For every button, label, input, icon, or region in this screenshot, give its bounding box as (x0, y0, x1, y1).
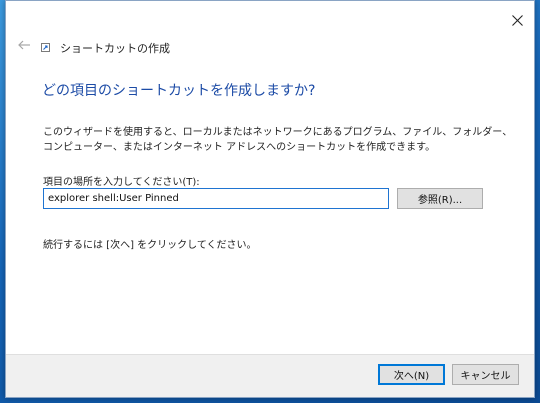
browse-button[interactable]: 参照(R)... (397, 188, 483, 209)
description-text: このウィザードを使用すると、ローカルまたはネットワークにあるプログラム、ファイル… (43, 127, 513, 153)
dialog-title: ショートカットの作成 (60, 42, 170, 55)
page-heading: どの項目のショートカットを作成しますか? (42, 83, 316, 99)
location-field-label: 項目の場所を入力してください(T): (43, 177, 200, 188)
back-arrow-icon (17, 40, 30, 50)
instruction-text: 続行するには [次へ] をクリックしてください。 (43, 240, 257, 251)
create-shortcut-dialog: ショートカットの作成 どの項目のショートカットを作成しますか? このウィザードを… (5, 0, 535, 398)
shortcut-icon (41, 43, 50, 52)
location-input[interactable] (43, 188, 389, 209)
close-icon (511, 14, 523, 26)
dialog-footer: 次へ(N) キャンセル (6, 354, 534, 397)
back-button[interactable] (15, 37, 33, 53)
close-button[interactable] (506, 9, 528, 31)
next-button[interactable]: 次へ(N) (378, 364, 445, 385)
cancel-button[interactable]: キャンセル (452, 364, 519, 385)
